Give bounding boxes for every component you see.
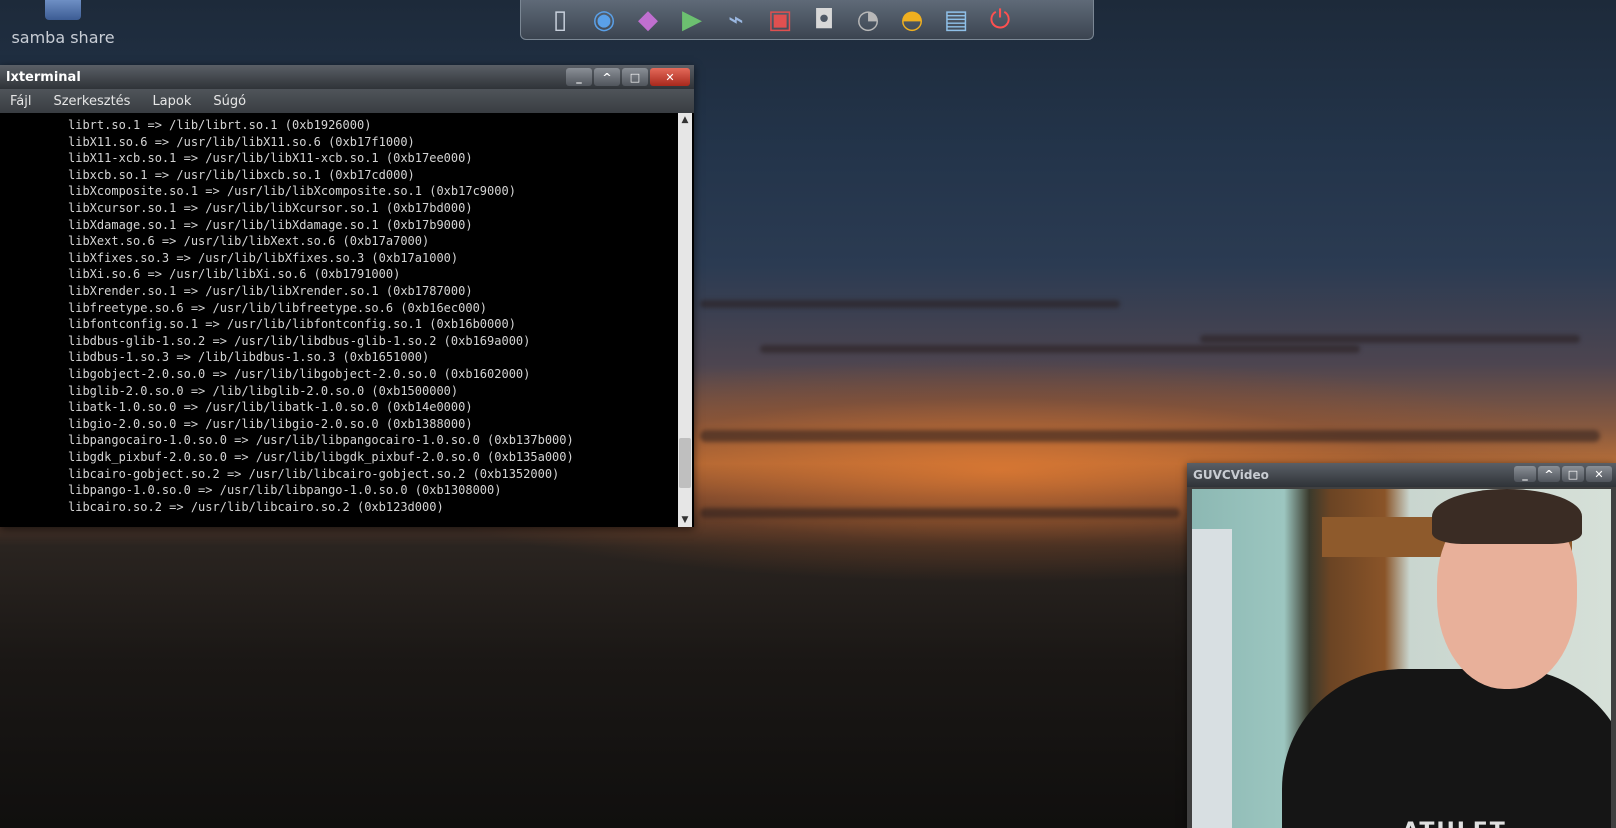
menu-edit[interactable]: Szerkesztés — [53, 94, 130, 109]
terminal-line: libXfixes.so.3 => /usr/lib/libXfixes.so.… — [68, 250, 459, 265]
terminal-line: libfreetype.so.6 => /usr/lib/libfreetype… — [68, 300, 488, 315]
terminal-line: libfontconfig.so.1 => /usr/lib/libfontco… — [68, 317, 516, 332]
maximize-button[interactable]: □ — [622, 68, 648, 86]
minimize-button[interactable]: _ — [566, 68, 592, 86]
video-window: GUVCVideo _ ^ □ ✕ ATHLET — [1187, 463, 1616, 828]
video-titlebar[interactable]: GUVCVideo _ ^ □ ✕ — [1187, 463, 1616, 487]
terminal-window: lxterminal _ ^ □ ✕ Fájl Szerkesztés Lapo… — [0, 65, 694, 527]
person-shirt — [1282, 669, 1611, 828]
graphics-icon[interactable]: ⌁ — [717, 3, 755, 37]
person-hair — [1432, 489, 1582, 544]
window-title: lxterminal — [6, 69, 81, 85]
close-button[interactable]: ✕ — [1586, 466, 1612, 482]
terminal-line: libxcb.so.1 => /usr/lib/libxcb.so.1 (0xb… — [68, 167, 415, 182]
menu-tabs[interactable]: Lapok — [152, 94, 191, 109]
shirt-print: ATHLET — [1402, 819, 1507, 828]
media-player-icon[interactable]: ▶ — [673, 3, 711, 37]
shade-button[interactable]: ^ — [1538, 466, 1560, 482]
menu-file[interactable]: Fájl — [10, 94, 31, 109]
terminal-line: libX11-xcb.so.1 => /usr/lib/libX11-xcb.s… — [68, 151, 473, 166]
terminal-scrollbar[interactable]: ▲ ▼ — [678, 113, 692, 527]
terminal-line: libX11.so.6 => /usr/lib/libX11.so.6 (0xb… — [68, 134, 415, 149]
terminal-line: libdbus-1.so.3 => /lib/libdbus-1.so.3 (0… — [68, 350, 430, 365]
terminal-line: libgio-2.0.so.0 => /usr/lib/libgio-2.0.s… — [68, 416, 473, 431]
dock-panel: ▯ ◉ ◆ ▶ ⌁ ▣ ◘ ◔ ◓ ▤ ⏻ — [520, 0, 1094, 40]
terminal-line: libcairo-gobject.so.2 => /usr/lib/libcai… — [68, 466, 560, 481]
scroll-down-icon[interactable]: ▼ — [678, 513, 692, 527]
terminal-output[interactable]: librt.so.1 => /lib/librt.so.1 (0xb192600… — [0, 113, 676, 527]
terminal-line: libpango-1.0.so.0 => /usr/lib/libpango-1… — [68, 483, 502, 498]
speaker-icon[interactable]: ◔ — [849, 3, 887, 37]
shell-icon[interactable]: ◓ — [893, 3, 931, 37]
minimize-button[interactable]: _ — [1514, 466, 1536, 482]
menu-help[interactable]: Súgó — [213, 94, 246, 109]
shade-button[interactable]: ^ — [594, 68, 620, 86]
terminal-line: libcairo.so.2 => /usr/lib/libcairo.so.2 … — [68, 499, 444, 514]
terminal-line: libatk-1.0.so.0 => /usr/lib/libatk-1.0.s… — [68, 400, 473, 415]
scrollbar-thumb[interactable] — [679, 438, 691, 488]
terminal-line: libgobject-2.0.so.0 => /usr/lib/libgobje… — [68, 367, 531, 381]
window-title: GUVCVideo — [1193, 468, 1269, 482]
webcam-feed: ATHLET — [1192, 489, 1611, 828]
terminal-line: libglib-2.0.so.0 => /lib/libglib-2.0.so.… — [68, 383, 459, 398]
terminal-line: libdbus-glib-1.so.2 => /usr/lib/libdbus-… — [68, 333, 531, 348]
terminal-line: librt.so.1 => /lib/librt.so.1 (0xb192600… — [68, 118, 372, 132]
terminal-line: libXdamage.so.1 => /usr/lib/libXdamage.s… — [68, 217, 473, 232]
door — [1192, 529, 1232, 828]
terminal-menubar: Fájl Szerkesztés Lapok Súgó — [0, 89, 694, 113]
settings-tools-icon[interactable]: ◆ — [629, 3, 667, 37]
desktop-icon-samba-share[interactable]: samba share — [8, 0, 118, 47]
cloud — [1200, 335, 1580, 343]
terminal-titlebar[interactable]: lxterminal _ ^ □ ✕ — [0, 65, 694, 89]
maximize-button[interactable]: □ — [1562, 466, 1584, 482]
cloud — [700, 430, 1600, 442]
cloud — [700, 300, 1120, 308]
network-icon[interactable]: ▤ — [937, 3, 975, 37]
power-icon[interactable]: ⏻ — [981, 3, 1019, 37]
terminal-line: libpangocairo-1.0.so.0 => /usr/lib/libpa… — [68, 433, 574, 448]
browser-globe-icon[interactable]: ◉ — [585, 3, 623, 37]
text-editor-icon[interactable]: ▯ — [541, 3, 579, 37]
terminal-line: libXext.so.6 => /usr/lib/libXext.so.6 (0… — [68, 234, 430, 249]
terminal-line: libXcursor.so.1 => /usr/lib/libXcursor.s… — [68, 201, 473, 215]
close-button[interactable]: ✕ — [650, 68, 690, 86]
desktop-icon-label: samba share — [11, 28, 115, 47]
terminal-line: libgdk_pixbuf-2.0.so.0 => /usr/lib/libgd… — [68, 450, 574, 464]
scroll-up-icon[interactable]: ▲ — [678, 113, 692, 127]
terminal-line: libXi.so.6 => /usr/lib/libXi.so.6 (0xb17… — [68, 267, 401, 282]
terminal-line: libXcomposite.so.1 => /usr/lib/libXcompo… — [68, 184, 516, 199]
cloud — [760, 345, 1360, 353]
office-document-icon[interactable]: ▣ — [761, 3, 799, 37]
terminal-line: libXrender.so.1 => /usr/lib/libXrender.s… — [68, 284, 473, 298]
folder-icon — [45, 0, 81, 20]
cloud — [700, 508, 1180, 518]
camera-icon[interactable]: ◘ — [805, 3, 843, 37]
